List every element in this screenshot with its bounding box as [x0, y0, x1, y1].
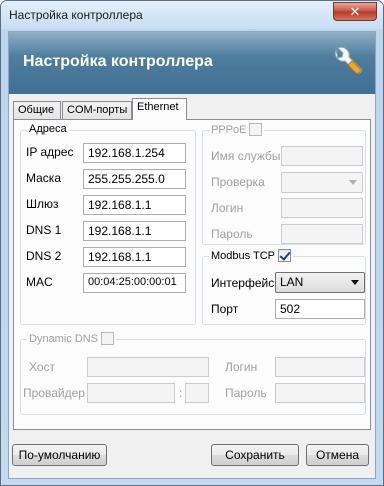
defaults-button[interactable]: По-умолчанию	[12, 444, 107, 466]
mac-field[interactable]: 00:04:25:00:00:01	[83, 273, 186, 293]
close-button[interactable]: ✕	[333, 2, 377, 21]
title-bar[interactable]: Настройка контроллера ✕	[1, 1, 383, 29]
pppoe-group: PPPoE Имя службы Проверка Логин Пароль	[202, 123, 366, 245]
tab-general[interactable]: Общие	[13, 101, 61, 120]
ddns-password-field[interactable]	[275, 383, 365, 403]
ddns-host-field[interactable]	[87, 357, 209, 377]
ethernet-panel: Адреса IP адрес 192.168.1.254 Маска 255.…	[13, 119, 371, 430]
pppoe-password-label: Пароль	[211, 227, 253, 241]
address-legend-text: Адреса	[29, 123, 67, 135]
gateway-field[interactable]: 192.168.1.1	[83, 195, 186, 215]
chevron-down-icon	[351, 280, 359, 285]
modbus-legend: Modbus TCP	[209, 249, 293, 262]
pppoe-password-field[interactable]	[281, 224, 363, 244]
modbus-checkbox[interactable]	[278, 249, 291, 262]
pppoe-service-label: Имя службы	[211, 149, 281, 163]
mask-field[interactable]: 255.255.255.0	[83, 169, 186, 189]
pppoe-login-label: Логин	[211, 201, 244, 215]
ddns-login-label: Логин	[225, 360, 258, 374]
chevron-down-icon	[349, 180, 357, 185]
ddns-login-field[interactable]	[275, 357, 365, 377]
ip-field[interactable]: 192.168.1.254	[83, 143, 186, 163]
ddns-provider-port-field[interactable]	[185, 383, 209, 403]
interface-select[interactable]: LAN	[275, 272, 365, 293]
tab-com-ports[interactable]: COM-порты	[62, 101, 132, 120]
mask-label: Маска	[26, 171, 61, 185]
window-title: Настройка контроллера	[9, 8, 143, 22]
mac-label: MAC	[26, 275, 53, 289]
interface-select-value: LAN	[280, 275, 304, 289]
pppoe-check-label: Проверка	[211, 175, 265, 189]
wrench-icon	[334, 46, 362, 74]
pppoe-check-select[interactable]	[281, 172, 363, 193]
ip-label: IP адрес	[26, 145, 74, 159]
gateway-label: Шлюз	[26, 197, 59, 211]
ddns-legend-text: Dynamic DNS	[29, 332, 99, 345]
ddns-provider-label: Провайдер	[23, 386, 85, 400]
address-group: Адреса IP адрес 192.168.1.254 Маска 255.…	[20, 123, 196, 325]
port-label: Порт	[211, 302, 239, 316]
dialog-client: Настройка контроллера Общие COM-порты Et…	[8, 31, 376, 479]
ddns-provider-field[interactable]	[87, 383, 175, 403]
pppoe-service-field[interactable]	[281, 146, 363, 166]
modbus-legend-text: Modbus TCP	[211, 249, 275, 262]
ddns-legend: Dynamic DNS	[27, 332, 117, 345]
banner-title: Настройка контроллера	[23, 53, 213, 70]
dns1-field[interactable]: 192.168.1.1	[83, 221, 186, 241]
pppoe-legend: PPPoE	[209, 123, 265, 136]
tab-ethernet[interactable]: Ethernet	[132, 98, 187, 120]
ddns-group: Dynamic DNS Хост Логин Провайдер : Парол…	[20, 332, 366, 415]
port-field[interactable]: 502	[275, 299, 365, 319]
save-button[interactable]: Сохранить	[211, 444, 299, 466]
ddns-provider-separator: :	[179, 386, 183, 400]
dns2-label: DNS 2	[26, 249, 62, 263]
dns1-label: DNS 1	[26, 223, 62, 237]
modbus-group: Modbus TCP Интерфейс LAN Порт 502	[202, 249, 366, 325]
interface-label: Интерфейс	[211, 276, 275, 290]
header-banner: Настройка контроллера	[9, 32, 375, 94]
pppoe-checkbox[interactable]	[249, 123, 263, 136]
cancel-button[interactable]: Отмена	[306, 444, 369, 466]
ddns-password-label: Пароль	[225, 386, 267, 400]
settings-window: Настройка контроллера ✕ Настройка контро…	[0, 0, 384, 486]
pppoe-login-field[interactable]	[281, 198, 363, 218]
ddns-host-label: Хост	[29, 360, 56, 374]
pppoe-legend-text: PPPoE	[211, 123, 247, 136]
address-legend: Адреса	[27, 123, 69, 135]
dns2-field[interactable]: 192.168.1.1	[83, 247, 186, 267]
ddns-checkbox[interactable]	[101, 332, 115, 345]
